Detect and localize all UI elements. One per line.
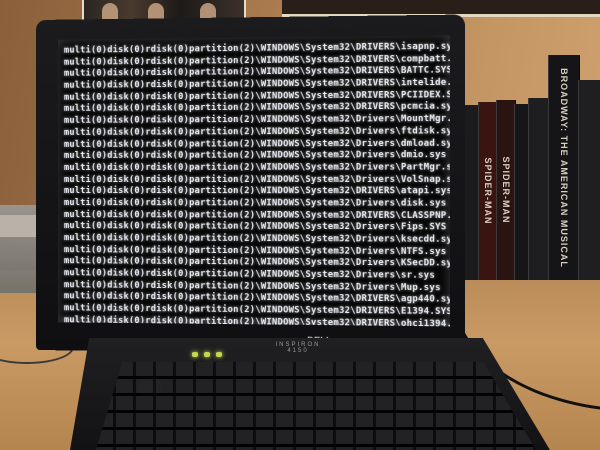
- dvd-spine: [528, 98, 550, 280]
- laptop-screen: multi(0)disk(0)rdisk(0)partition(2)\WIND…: [57, 35, 450, 327]
- dvd-spine-label: SPIDER-MAN: [501, 156, 511, 224]
- status-led: [192, 352, 198, 357]
- boot-log-line: multi(0)disk(0)rdisk(0)partition(2)\WIND…: [63, 197, 447, 209]
- boot-log-line: multi(0)disk(0)rdisk(0)partition(2)\WIND…: [63, 150, 447, 162]
- dvd-spine: BROADWAY: THE AMERICAN MUSICAL: [548, 55, 580, 280]
- dvd-spine: [578, 80, 600, 280]
- keyboard[interactable]: [96, 362, 536, 450]
- photo-scene: SPIDER-MAN SPIDER-MAN BROADWAY: THE AMER…: [0, 0, 600, 450]
- status-led: [204, 352, 210, 357]
- boot-log-line: multi(0)disk(0)rdisk(0)partition(2)\WIND…: [63, 125, 450, 138]
- boot-log-line: multi(0)disk(0)rdisk(0)partition(2)\WIND…: [63, 162, 450, 173]
- laptop-lid: multi(0)disk(0)rdisk(0)partition(2)\WIND…: [36, 14, 465, 356]
- dvd-spine-label: SPIDER-MAN: [483, 157, 493, 225]
- status-led: [216, 352, 222, 357]
- boot-log: multi(0)disk(0)rdisk(0)partition(2)\WIND…: [63, 41, 450, 326]
- boot-log-line: multi(0)disk(0)rdisk(0)partition(2)\WIND…: [63, 186, 450, 197]
- dvd-spine: SPIDER-MAN: [478, 102, 498, 280]
- dvd-spine-label: BROADWAY: THE AMERICAN MUSICAL: [559, 67, 569, 268]
- model-label: INSPIRON 4150: [275, 342, 321, 354]
- boot-log-line: multi(0)disk(0)rdisk(0)partition(2)\WIND…: [63, 174, 450, 185]
- dvd-spine: SPIDER-MAN: [496, 100, 516, 280]
